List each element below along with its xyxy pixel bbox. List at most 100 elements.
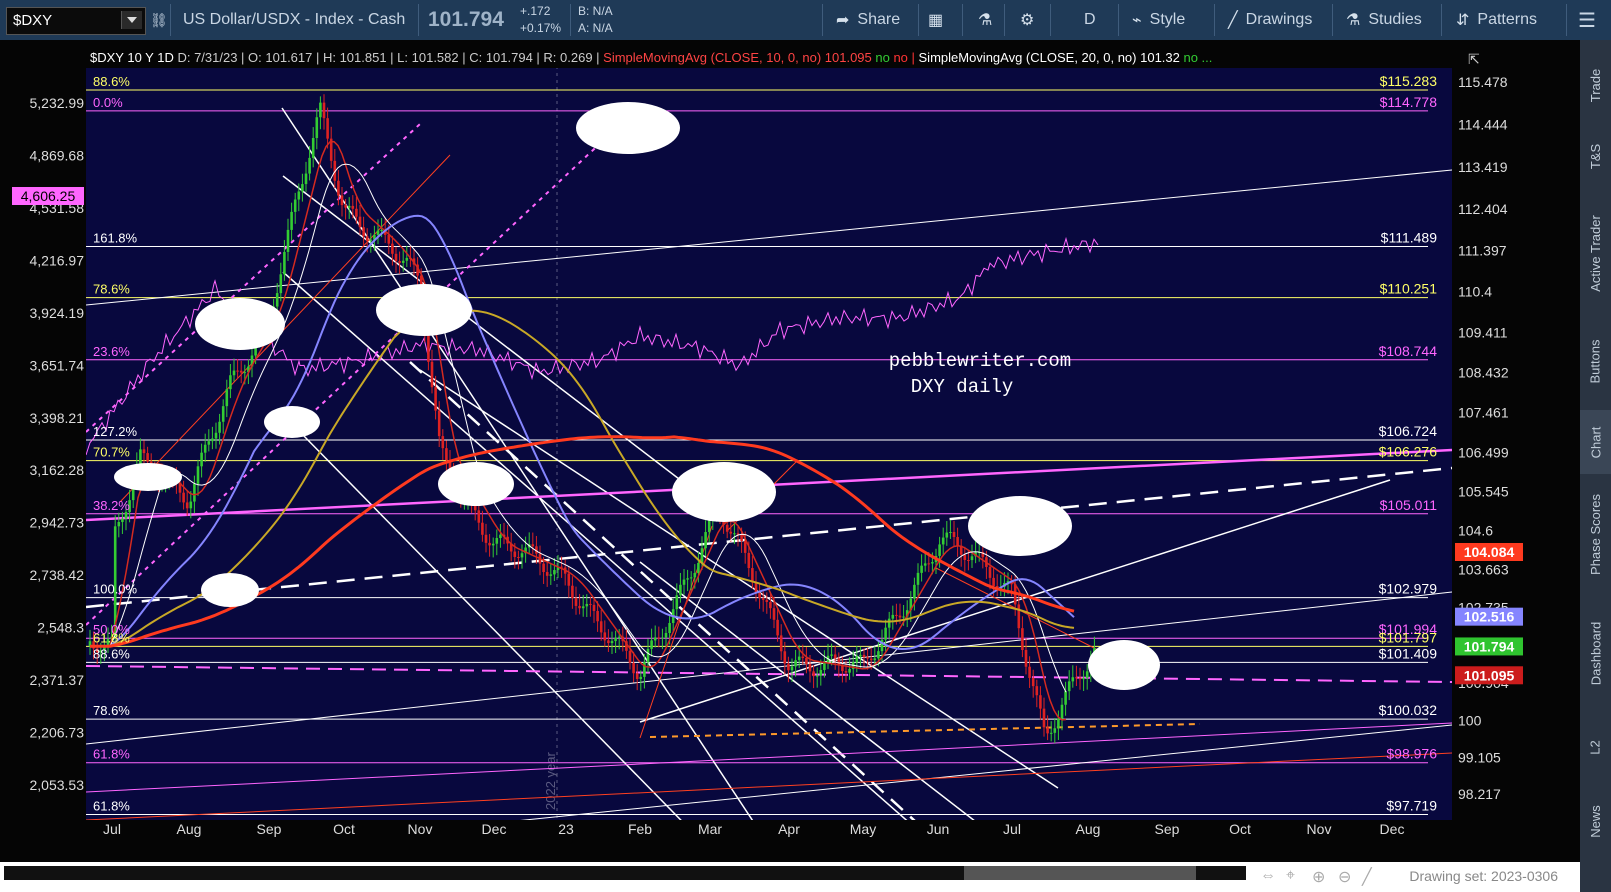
link-icon[interactable]: ⛓ bbox=[150, 0, 168, 40]
candle-body bbox=[952, 531, 956, 538]
patterns-button[interactable]: ⇵ Patterns bbox=[1456, 0, 1537, 40]
candle-body bbox=[243, 372, 247, 374]
y-right-tick: 109.411 bbox=[1458, 324, 1508, 340]
x-tick-label: Aug bbox=[1076, 821, 1101, 837]
tab-news[interactable]: News bbox=[1580, 782, 1611, 860]
candle-body bbox=[578, 605, 581, 609]
chevron-down-icon[interactable] bbox=[121, 11, 142, 29]
y-right-tick: 103.663 bbox=[1458, 561, 1509, 577]
candle-body bbox=[617, 636, 621, 638]
candle-body bbox=[445, 448, 448, 461]
chart-area[interactable]: 2022 year pebblewriter.com DXY daily 88.6% $… bbox=[0, 40, 1580, 892]
price-badge-label: 104.084 bbox=[1464, 544, 1515, 560]
candle-body bbox=[549, 574, 553, 576]
candle-body bbox=[481, 522, 484, 535]
highlight-oval bbox=[376, 284, 472, 336]
divider bbox=[570, 4, 571, 36]
x-tick-label: Oct bbox=[333, 821, 355, 837]
highlight-oval bbox=[201, 573, 259, 607]
candle-body bbox=[967, 560, 970, 562]
candle-body bbox=[391, 243, 394, 254]
candle-body bbox=[589, 603, 592, 605]
candle-body bbox=[434, 387, 437, 411]
candle-body bbox=[866, 657, 869, 659]
studies-button[interactable]: ⚗ Studies bbox=[1346, 0, 1422, 40]
candle-body bbox=[218, 421, 221, 433]
candle-body bbox=[729, 531, 733, 534]
layout-icon: ▦ bbox=[928, 12, 944, 29]
fib-price-label: $110.251 bbox=[1380, 281, 1438, 297]
y-right-tick: 104.6 bbox=[1458, 523, 1493, 539]
ask-price: A: N/A bbox=[578, 21, 613, 35]
candle-body bbox=[581, 606, 585, 609]
fib-percent-label: 70.7% bbox=[93, 445, 130, 460]
candle-body bbox=[146, 453, 149, 462]
tab-phase-scores[interactable]: Phase Scores bbox=[1580, 480, 1611, 588]
y-left-tick: 3,162.28 bbox=[30, 462, 85, 478]
candle-body bbox=[884, 627, 887, 640]
horizontal-scrollbar[interactable] bbox=[4, 866, 1246, 880]
percent-change: +0.17% bbox=[520, 21, 562, 35]
candle-body bbox=[794, 660, 797, 667]
fib-price-label: $101.409 bbox=[1379, 645, 1438, 661]
candle-body bbox=[1085, 671, 1089, 678]
candle-body bbox=[437, 410, 441, 437]
scrollbar-thumb[interactable] bbox=[964, 866, 1196, 880]
tab-trade[interactable]: Trade bbox=[1580, 52, 1611, 118]
candle-body bbox=[743, 541, 747, 553]
layout-button[interactable]: ▦ bbox=[928, 0, 951, 40]
zoom-in-icon[interactable]: ⊕ bbox=[1312, 867, 1325, 887]
year-marker: 2022 year bbox=[543, 752, 558, 810]
candle-body bbox=[1078, 677, 1082, 680]
candle-body bbox=[1049, 732, 1053, 734]
divider bbox=[1566, 4, 1567, 36]
chart-title: $DXY 10 Y 1D bbox=[90, 50, 177, 65]
zoom-out-icon[interactable]: ⊖ bbox=[1338, 867, 1351, 887]
candle-body bbox=[808, 664, 812, 672]
expand-icon[interactable]: ⇔ bbox=[1260, 867, 1276, 885]
candle-body bbox=[862, 654, 866, 658]
candle-body bbox=[740, 534, 743, 542]
candle-body bbox=[855, 656, 859, 663]
symbol-input[interactable]: $DXY bbox=[6, 7, 146, 35]
x-tick-label: Mar bbox=[698, 821, 722, 837]
drawings-button[interactable]: ╱ Drawings bbox=[1228, 0, 1312, 40]
y-right-tick: 112.404 bbox=[1458, 201, 1508, 217]
tab-buttons[interactable]: Buttons bbox=[1580, 318, 1611, 404]
tab-active-trader[interactable]: Active Trader bbox=[1580, 194, 1611, 312]
fib-price-label: $115.283 bbox=[1380, 73, 1438, 89]
pencil-icon[interactable]: ╱ bbox=[1362, 867, 1372, 887]
tab-l2[interactable]: L2 bbox=[1580, 718, 1611, 776]
tab-label: News bbox=[1588, 804, 1604, 838]
candle-body bbox=[1035, 686, 1039, 696]
share-button[interactable]: ➦ Share bbox=[836, 0, 900, 40]
tab-label: L2 bbox=[1588, 739, 1603, 755]
menu-button[interactable]: ☰ bbox=[1578, 0, 1596, 40]
x-tick-label: Dec bbox=[482, 821, 507, 837]
tab-t-s[interactable]: T&S bbox=[1580, 124, 1611, 188]
style-button[interactable]: ⌁ Style bbox=[1132, 0, 1185, 40]
candle-body bbox=[848, 669, 851, 673]
candle-body bbox=[592, 604, 596, 611]
tab-label: T&S bbox=[1587, 143, 1603, 169]
aggregation-button[interactable]: D bbox=[1084, 0, 1096, 40]
candle-body bbox=[376, 230, 380, 235]
chart-svg[interactable]: 2022 year pebblewriter.com DXY daily 88.6% $… bbox=[0, 40, 1580, 862]
fib-price-label: $100.032 bbox=[1379, 702, 1438, 718]
flask-button[interactable]: ⚗ bbox=[978, 0, 1000, 40]
candle-body bbox=[765, 599, 769, 603]
highlight-oval bbox=[672, 462, 776, 522]
candle-body bbox=[1046, 727, 1049, 734]
crosshair-icon[interactable]: ⌖ bbox=[1286, 867, 1295, 885]
x-tick-label: Nov bbox=[1307, 821, 1332, 837]
y-right-tick: 115.478 bbox=[1458, 74, 1508, 90]
share-icon: ➦ bbox=[836, 12, 850, 29]
tab-dashboard[interactable]: Dashboard bbox=[1580, 594, 1611, 712]
candle-body bbox=[675, 595, 679, 610]
fib-price-label: $106.724 bbox=[1379, 423, 1438, 439]
settings-button[interactable]: ⚙ bbox=[1020, 0, 1042, 40]
candle-body bbox=[653, 637, 657, 641]
tab-chart[interactable]: Chart bbox=[1580, 410, 1611, 474]
candle-body bbox=[394, 253, 398, 262]
candle-body bbox=[1017, 604, 1021, 629]
